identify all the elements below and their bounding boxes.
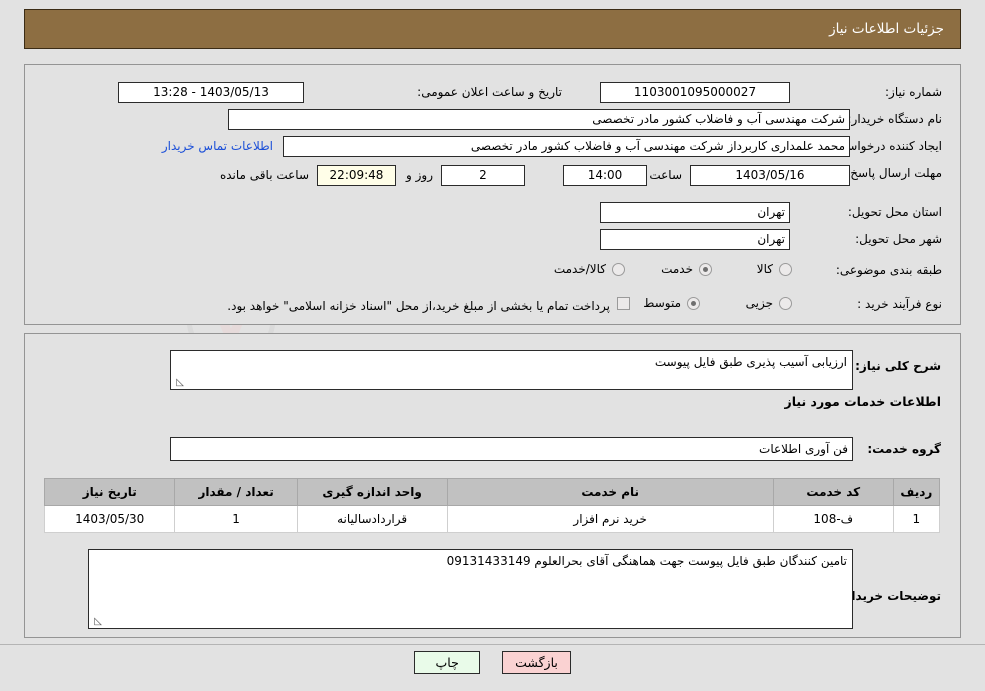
deadline-label: مهلت ارسال پاسخ: تا تاریخ: bbox=[803, 166, 942, 180]
cell-quantity: 1 bbox=[174, 505, 298, 533]
general-desc-textarea[interactable]: ارزیابی آسیب پذیری طبق فایل پیوست ◺ bbox=[170, 350, 853, 390]
cell-radif: 1 bbox=[892, 505, 941, 533]
table-row: 1 ف-108 خرید نرم افزار قراردادسالیانه 1 … bbox=[43, 505, 941, 533]
countdown-field: 22:09:48 bbox=[317, 165, 396, 186]
cell-service-name: خرید نرم افزار bbox=[446, 505, 774, 533]
buyer-contact-link[interactable]: اطلاعات تماس خریدار bbox=[162, 139, 273, 153]
service-group-field[interactable]: فن آوری اطلاعات bbox=[170, 437, 853, 461]
column-header-unit: واحد اندازه گیری bbox=[296, 478, 448, 506]
category-label: طبقه بندی موضوعی: bbox=[835, 263, 942, 277]
cell-unit: قراردادسالیانه bbox=[296, 505, 448, 533]
process-radio-jozee[interactable]: جزیی bbox=[746, 296, 792, 310]
radio-indicator[interactable] bbox=[699, 262, 712, 276]
resize-grip-icon[interactable]: ◺ bbox=[174, 378, 184, 388]
treasury-note-text: پرداخت تمام یا بخشی از مبلغ خرید،از محل … bbox=[227, 299, 610, 313]
general-desc-value: ارزیابی آسیب پذیری طبق فایل پیوست bbox=[654, 355, 847, 369]
process-option-label: جزیی bbox=[745, 296, 773, 310]
category-radio-khedmat[interactable]: خدمت bbox=[661, 262, 712, 276]
need-number-label: شماره نیاز: bbox=[885, 85, 942, 99]
buyer-notes-textarea[interactable]: تامین کنندگان طبق فایل پیوست جهت هماهنگی… bbox=[88, 549, 853, 629]
need-number-field[interactable]: 1103001095000027 bbox=[600, 82, 790, 103]
category-option-label: کالا/خدمت bbox=[553, 262, 606, 276]
resize-grip-icon[interactable]: ◺ bbox=[92, 617, 102, 627]
radio-indicator[interactable] bbox=[779, 296, 792, 310]
deadline-time-field[interactable]: 14:00 bbox=[563, 165, 647, 186]
service-group-label: گروه خدمت: bbox=[867, 442, 941, 456]
category-radio-kala-khedmat[interactable]: کالا/خدمت bbox=[554, 262, 625, 276]
requester-field[interactable]: محمد علمداری کاربرداز شرکت مهندسی آب و ف… bbox=[283, 136, 850, 157]
process-radio-motavaset[interactable]: متوسط bbox=[643, 296, 700, 310]
deadline-date-field[interactable]: 1403/05/16 bbox=[690, 165, 850, 186]
city-field[interactable]: تهران bbox=[600, 229, 790, 250]
radio-indicator[interactable] bbox=[612, 262, 625, 276]
province-label: استان محل تحویل: bbox=[847, 205, 942, 219]
deadline-hour-label: ساعت bbox=[649, 168, 682, 182]
remaining-days-label: روز و bbox=[406, 168, 433, 182]
buyer-org-field[interactable]: شرکت مهندسی آب و فاضلاب کشور مادر تخصصی bbox=[228, 109, 850, 130]
page-title: جزئیات اطلاعات نیاز bbox=[829, 21, 944, 37]
process-label: نوع فرآیند خرید : bbox=[857, 297, 942, 311]
buyer-notes-label: توضیحات خریدار: bbox=[839, 589, 941, 603]
footer-divider bbox=[0, 644, 985, 645]
public-announce-field[interactable]: 1403/05/13 - 13:28 bbox=[118, 82, 304, 103]
category-option-label: خدمت bbox=[661, 262, 693, 276]
general-desc-label: شرح کلی نیاز: bbox=[855, 359, 941, 373]
back-button[interactable]: بازگشت bbox=[502, 651, 571, 674]
table-header-row: ردیف کد خدمت نام خدمت واحد اندازه گیری ت… bbox=[43, 478, 941, 506]
category-radio-kala[interactable]: کالا bbox=[757, 262, 792, 276]
radio-indicator[interactable] bbox=[779, 262, 792, 276]
buyer-notes-value: تامین کنندگان طبق فایل پیوست جهت هماهنگی… bbox=[446, 554, 847, 568]
category-option-label: کالا bbox=[756, 262, 773, 276]
column-header-service-name: نام خدمت bbox=[446, 478, 774, 506]
cell-service-code: ف-108 bbox=[772, 505, 894, 533]
service-items-table: ردیف کد خدمت نام خدمت واحد اندازه گیری ت… bbox=[43, 478, 941, 533]
column-header-need-date: تاریخ نیاز bbox=[43, 478, 176, 506]
process-option-label: متوسط bbox=[643, 296, 681, 310]
city-label: شهر محل تحویل: bbox=[855, 232, 942, 246]
remaining-hours-label: ساعت باقی مانده bbox=[219, 168, 309, 182]
remaining-days-field[interactable]: 2 bbox=[441, 165, 525, 186]
column-header-service-code: کد خدمت bbox=[772, 478, 894, 506]
cell-need-date: 1403/05/30 bbox=[43, 505, 176, 533]
province-field[interactable]: تهران bbox=[600, 202, 790, 223]
radio-indicator[interactable] bbox=[687, 296, 700, 310]
page-header-banner: جزئیات اطلاعات نیاز bbox=[24, 9, 961, 49]
column-header-quantity: تعداد / مقدار bbox=[174, 478, 298, 506]
need-summary-panel bbox=[24, 64, 961, 325]
services-section-title: اطلاعات خدمات مورد نیاز bbox=[784, 394, 942, 409]
column-header-radif: ردیف bbox=[892, 478, 941, 506]
buyer-org-label: نام دستگاه خریدار: bbox=[847, 112, 943, 126]
print-button[interactable]: چاپ bbox=[414, 651, 481, 674]
public-announce-label: تاریخ و ساعت اعلان عمومی: bbox=[417, 85, 562, 99]
footer-button-bar: بازگشت چاپ bbox=[0, 651, 985, 674]
treasury-checkbox[interactable] bbox=[617, 297, 630, 310]
